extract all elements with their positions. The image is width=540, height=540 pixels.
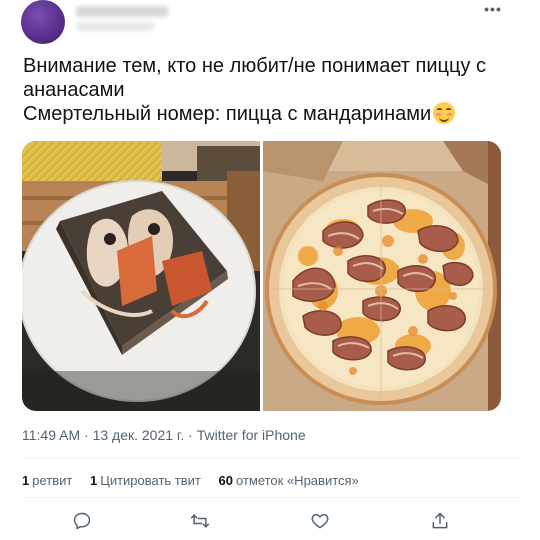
separator: · xyxy=(80,427,93,443)
share-button[interactable] xyxy=(430,511,450,531)
pizza-box-image xyxy=(22,141,260,411)
tweet-time[interactable]: 11:49 AM xyxy=(22,427,80,443)
pizza-image xyxy=(263,141,501,411)
author-handle[interactable] xyxy=(76,22,154,31)
retweet-button[interactable] xyxy=(190,511,210,531)
avatar[interactable] xyxy=(21,0,65,44)
tweet-text-line: Смертельный номер: пицца с мандаринами xyxy=(23,102,523,126)
smiling-face-emoji-icon xyxy=(433,102,456,124)
tweet-text-line: ананасами xyxy=(23,79,125,101)
author-name[interactable] xyxy=(76,6,168,17)
tweet-source[interactable]: Twitter for iPhone xyxy=(197,427,306,443)
tweet-date[interactable]: 13 дек. 2021 г. xyxy=(93,427,185,443)
quotes-count: 1 xyxy=(89,473,98,488)
tweet-text: Внимание тем, кто не любит/не понимает п… xyxy=(23,54,523,126)
more-options-button[interactable]: ••• xyxy=(478,2,508,22)
quotes-label: Цитировать твит xyxy=(100,473,201,488)
tweet-media xyxy=(22,141,501,411)
share-icon xyxy=(432,512,448,529)
pizza-with-mandarins-photo[interactable] xyxy=(263,141,501,411)
retweet-icon xyxy=(190,514,210,528)
divider xyxy=(22,458,520,459)
likes-stat[interactable]: 60 отметок «Нравится» xyxy=(219,473,359,488)
tweet-text-line: Внимание тем, кто не любит/не понимает п… xyxy=(23,55,486,77)
separator: · xyxy=(184,427,197,443)
tweet-timestamp: 11:49 AM · 13 дек. 2021 г. · Twitter for… xyxy=(22,427,306,443)
quotes-stat[interactable]: 1 Цитировать твит xyxy=(90,473,201,488)
reply-button[interactable] xyxy=(72,511,92,531)
pizza-box-photo[interactable] xyxy=(22,141,260,411)
divider xyxy=(22,497,520,498)
reply-icon xyxy=(73,512,91,530)
tweet-text-span: Смертельный номер: пицца с мандаринами xyxy=(23,103,432,125)
tweet-stats: 1 ретвит 1 Цитировать твит 60 отметок «Нрав… xyxy=(22,473,373,488)
tweet-header: ••• xyxy=(0,0,540,48)
likes-count: 60 xyxy=(218,473,233,488)
like-button[interactable] xyxy=(310,511,330,531)
retweets-count: 1 xyxy=(22,473,30,488)
retweets-label: ретвит xyxy=(32,473,73,488)
retweets-stat[interactable]: 1 ретвит xyxy=(22,473,72,488)
tweet-actions xyxy=(22,505,520,535)
likes-label: отметок «Нравится» xyxy=(235,473,359,488)
like-icon xyxy=(311,514,329,529)
